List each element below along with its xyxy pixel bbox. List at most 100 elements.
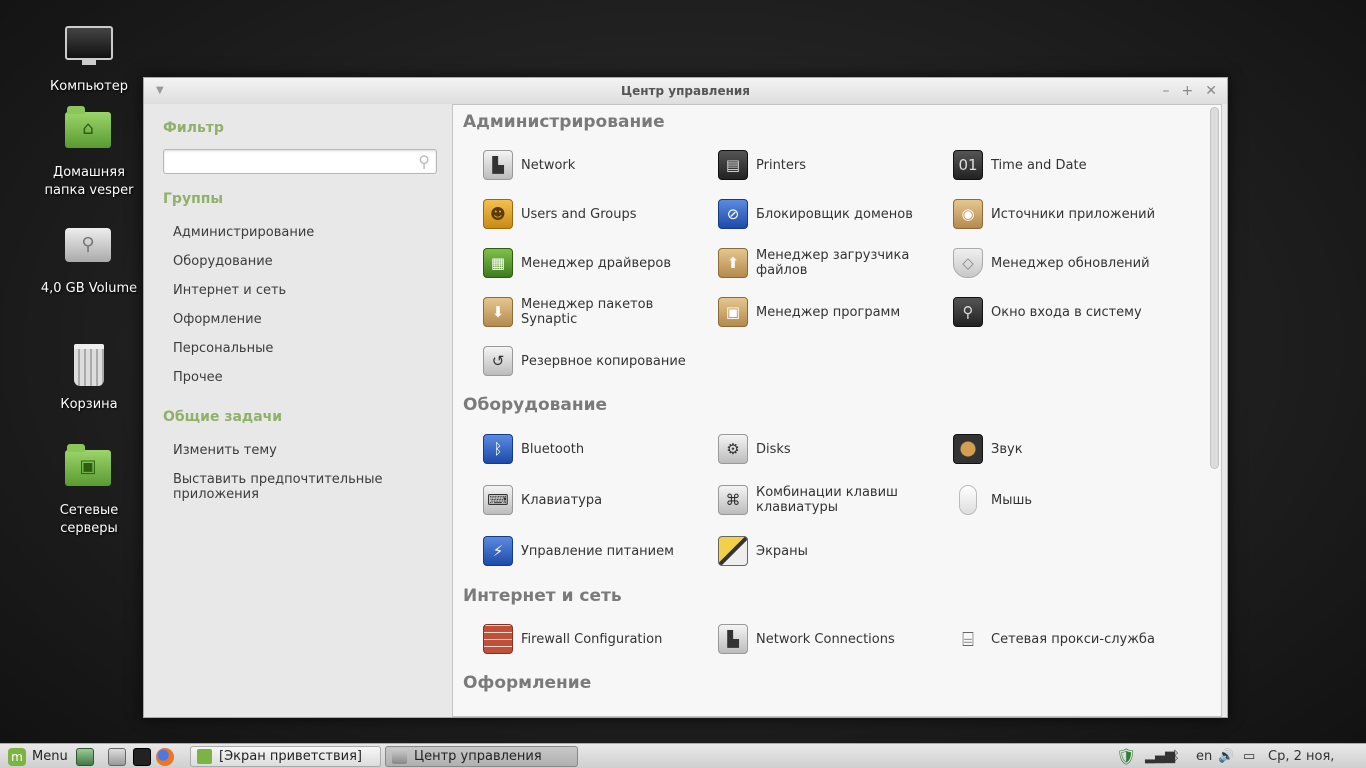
scrollbar[interactable] <box>1210 107 1219 469</box>
shield-icon: ◇ <box>953 248 983 278</box>
item-firewall[interactable]: Firewall Configuration <box>483 624 713 654</box>
proxy-icon: ⌸ <box>962 627 974 651</box>
network-folder-icon: ▣ <box>65 444 113 498</box>
item-network[interactable]: ▙ Network <box>483 150 713 180</box>
desktop-icon-network[interactable]: ▣ Сетевые серверы <box>34 442 144 538</box>
item-synaptic[interactable]: ⬇ Менеджер пакетов Synaptic <box>483 297 713 327</box>
keyboard-layout[interactable]: en <box>1196 744 1212 768</box>
item-bluetooth[interactable]: ᛒ Bluetooth <box>483 434 713 464</box>
calendar-icon: 01 <box>953 150 983 180</box>
sidebar-group-hardware[interactable]: Оборудование <box>173 254 273 269</box>
section-title-administration: Администрирование <box>463 112 665 132</box>
speaker-icon <box>953 434 983 464</box>
domain-blocker-icon: ⊘ <box>718 199 748 229</box>
clock[interactable]: Ср, 2 ноя, 05:50 <box>1268 744 1366 768</box>
item-sound[interactable]: Звук <box>953 434 1183 464</box>
item-mouse[interactable]: Мышь <box>953 485 1183 515</box>
firewall-icon <box>483 624 513 654</box>
item-displays[interactable]: Экраны <box>718 536 948 566</box>
item-printers[interactable]: ▤ Printers <box>718 150 948 180</box>
desktop-icon-computer[interactable]: Компьютер <box>34 22 144 96</box>
menu-button[interactable]: m Menu <box>8 744 68 768</box>
desktop-icon-home[interactable]: ⌂ Домашняя папка vesper <box>34 104 144 200</box>
firefox-icon <box>156 747 174 766</box>
sidebar: Фильтр ⚲ Группы Администрирование Оборуд… <box>144 104 452 717</box>
search-icon[interactable]: ⚲ <box>418 152 430 171</box>
item-network-proxy[interactable]: ⌸ Сетевая прокси-служба <box>953 624 1183 654</box>
item-domain-blocker[interactable]: ⊘ Блокировщик доменов <box>718 199 948 229</box>
upload-box-icon: ⬆ <box>718 248 748 278</box>
home-folder-icon: ⌂ <box>65 106 113 160</box>
network-icon: ▙ <box>483 150 513 180</box>
item-power-management[interactable]: ⚡ Управление питанием <box>483 536 713 566</box>
power-icon: ⚡ <box>483 536 513 566</box>
filter-box[interactable]: ⚲ <box>163 149 437 174</box>
window-menu-icon[interactable]: ▼ <box>156 78 164 104</box>
item-driver-manager[interactable]: ▦ Менеджер драйверов <box>483 248 713 278</box>
control-center-window: ▼ Центр управления – + ✕ Фильтр ⚲ Группы… <box>143 77 1228 718</box>
usb-drive-icon: ⚲ <box>65 228 113 276</box>
item-network-connections[interactable]: ▙ Network Connections <box>718 624 948 654</box>
item-disks[interactable]: ⚙ Disks <box>718 434 948 464</box>
network-signal-icon[interactable]: ▂▄▆ <box>1145 744 1175 768</box>
desktop-icon-label: Сетевые серверы <box>59 503 119 536</box>
sidebar-group-personal[interactable]: Персональные <box>173 341 273 356</box>
display-icon <box>718 536 748 566</box>
desktop-icon-trash[interactable]: Корзина <box>34 342 144 414</box>
item-login-window[interactable]: ⚲ Окно входа в систему <box>953 297 1183 327</box>
window-titlebar[interactable]: ▼ Центр управления – + ✕ <box>144 78 1227 104</box>
battery-icon[interactable]: ▭ <box>1243 744 1255 768</box>
item-software-manager[interactable]: ▣ Менеджер программ <box>718 297 948 327</box>
desktop-icon-label: Компьютер <box>50 79 128 94</box>
desktop-icon-volume[interactable]: ⚲ 4,0 GB Volume <box>34 222 144 298</box>
disk-icon: ⚙ <box>718 434 748 464</box>
welcome-app-icon <box>197 749 212 764</box>
close-button[interactable]: ✕ <box>1205 78 1217 104</box>
files-icon <box>108 747 126 766</box>
item-software-sources[interactable]: ◉ Источники приложений <box>953 199 1183 229</box>
minimize-button[interactable]: – <box>1163 78 1170 104</box>
maximize-button[interactable]: + <box>1182 78 1194 104</box>
network-connections-icon: ▙ <box>718 624 748 654</box>
trash-icon <box>65 344 113 392</box>
desktop-icon-label: 4,0 GB Volume <box>40 281 138 296</box>
keyboard-shortcuts-icon: ⌘ <box>718 485 748 515</box>
quicklaunch-show-desktop[interactable] <box>76 744 94 768</box>
filter-input[interactable] <box>170 150 400 172</box>
keyboard-icon: ⌨ <box>483 485 513 515</box>
driver-chip-icon: ▦ <box>483 248 513 278</box>
task-change-theme[interactable]: Изменить тему <box>173 443 277 458</box>
item-update-manager[interactable]: ◇ Менеджер обновлений <box>953 248 1183 278</box>
sidebar-group-internet[interactable]: Интернет и сеть <box>173 283 286 298</box>
update-shield-icon[interactable]: 🛡 <box>1116 744 1136 768</box>
sidebar-group-appearance[interactable]: Оформление <box>173 312 262 327</box>
taskbar: m Menu [Экран приветствия] Центр управлен… <box>0 743 1366 768</box>
computer-icon <box>65 26 113 74</box>
filter-heading: Фильтр <box>163 120 224 136</box>
task-welcome-screen[interactable]: [Экран приветствия] <box>190 746 381 767</box>
quicklaunch-files[interactable] <box>108 744 126 768</box>
sidebar-group-other[interactable]: Прочее <box>173 370 223 385</box>
item-users-groups[interactable]: ☻ Users and Groups <box>483 199 713 229</box>
login-window-icon: ⚲ <box>953 297 983 327</box>
window-title: Центр управления <box>620 84 750 98</box>
volume-icon[interactable]: 🔊 <box>1218 744 1234 768</box>
quicklaunch-firefox[interactable] <box>156 744 174 768</box>
task-preferred-apps[interactable]: Выставить предпочтительные приложения <box>173 472 452 502</box>
quicklaunch-terminal[interactable] <box>133 744 151 768</box>
desktop-icon-label: Домашняя папка vesper <box>44 165 134 198</box>
mouse-icon <box>959 485 977 515</box>
item-keyboard[interactable]: ⌨ Клавиатура <box>483 485 713 515</box>
control-center-app-icon <box>392 749 407 764</box>
item-time-date[interactable]: 01 Time and Date <box>953 150 1183 180</box>
groups-heading: Группы <box>163 191 224 207</box>
bluetooth-tray-icon[interactable]: ᛒ <box>1172 744 1180 768</box>
tasks-heading: Общие задачи <box>163 409 283 425</box>
printer-icon: ▤ <box>718 150 748 180</box>
terminal-icon <box>133 747 151 766</box>
sidebar-group-administration[interactable]: Администрирование <box>173 225 314 240</box>
item-backup[interactable]: ↺ Резервное копирование <box>483 346 713 376</box>
task-control-center[interactable]: Центр управления <box>385 746 578 767</box>
item-boot-manager[interactable]: ⬆ Менеджер загрузчика файлов <box>718 248 958 278</box>
item-keyboard-shortcuts[interactable]: ⌘ Комбинации клавиш клавиатуры <box>718 485 918 515</box>
